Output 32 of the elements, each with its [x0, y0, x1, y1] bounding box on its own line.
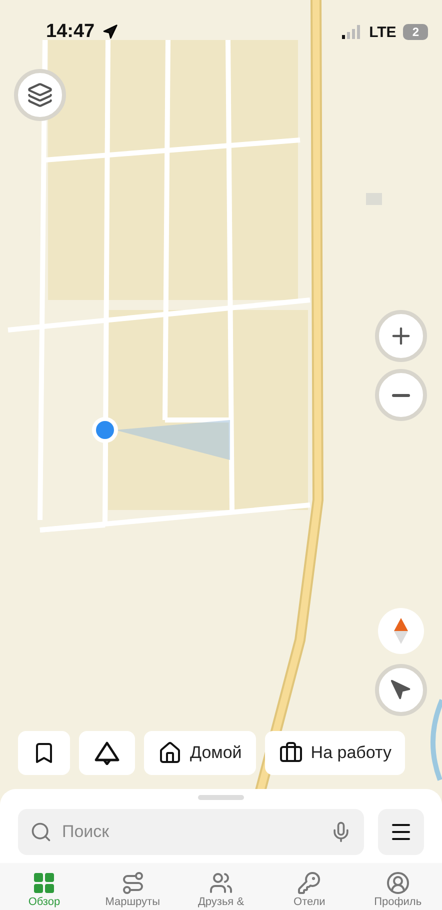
grid-icon [32, 871, 56, 895]
bell-button[interactable] [79, 731, 135, 775]
profile-icon [386, 871, 410, 895]
search-bar[interactable]: Поиск [18, 809, 364, 855]
sim-badge: 2 [403, 24, 428, 40]
nav-tab[interactable]: Профиль [354, 871, 442, 908]
network-type: LTE [369, 24, 396, 40]
layers-icon [27, 82, 53, 108]
minus-icon [392, 394, 410, 396]
nav-tab[interactable]: Маршруты [88, 871, 177, 908]
status-time: 14:47 [46, 21, 95, 43]
search-icon [30, 821, 52, 843]
route-icon [120, 871, 145, 895]
location-dot-icon [91, 416, 119, 444]
home-icon [158, 741, 182, 765]
compass-needle-icon [394, 618, 408, 644]
nav-tab[interactable]: Друзья & [176, 871, 266, 908]
signal-icon [342, 25, 362, 39]
briefcase-icon [278, 741, 303, 765]
work-button[interactable]: На работу [264, 731, 406, 775]
menu-button[interactable] [378, 809, 424, 855]
search-input[interactable]: Поиск [60, 821, 322, 843]
sheet-handle[interactable] [198, 795, 244, 800]
location-arrow-icon [102, 24, 118, 40]
home-button[interactable]: Домой [144, 731, 256, 775]
arrow-icon [390, 679, 412, 701]
nav-tab[interactable]: Отели [265, 871, 354, 908]
key-icon [297, 871, 322, 895]
bell-icon [93, 741, 121, 765]
people-icon [209, 871, 234, 895]
nav-tab[interactable]: Обзор [0, 871, 88, 908]
bookmarks-button[interactable] [18, 731, 70, 775]
